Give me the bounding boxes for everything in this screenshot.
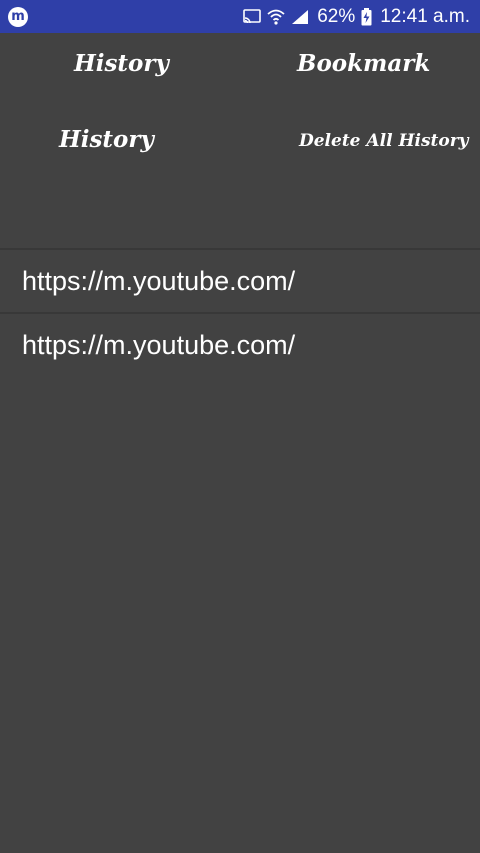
history-item[interactable]: https://m.youtube.com/ <box>0 314 480 378</box>
delete-all-history-button[interactable]: Delete All History <box>299 131 469 151</box>
wifi-icon <box>267 8 285 26</box>
signal-icon <box>291 9 309 25</box>
tab-history[interactable]: History <box>74 50 169 77</box>
clock: 12:41 a.m. <box>380 5 470 27</box>
tab-bookmark[interactable]: Bookmark <box>297 50 430 77</box>
app-notification-icon: m <box>8 7 28 27</box>
cast-icon <box>243 8 261 25</box>
history-url: https://m.youtube.com/ <box>22 266 296 296</box>
tab-bar: History Bookmark <box>0 50 480 84</box>
status-bar: m 62% 12:41 a.m. <box>0 0 480 33</box>
status-icons: 62% 12:41 a.m. <box>243 0 470 33</box>
section-header: History Delete All History <box>0 126 480 160</box>
history-item[interactable]: https://m.youtube.com/ <box>0 250 480 314</box>
battery-percent: 62% <box>317 5 356 27</box>
history-url: https://m.youtube.com/ <box>22 330 296 360</box>
history-list: https://m.youtube.com/ https://m.youtube… <box>0 250 480 378</box>
section-title: History <box>59 126 154 153</box>
battery-charging-icon <box>361 7 372 26</box>
